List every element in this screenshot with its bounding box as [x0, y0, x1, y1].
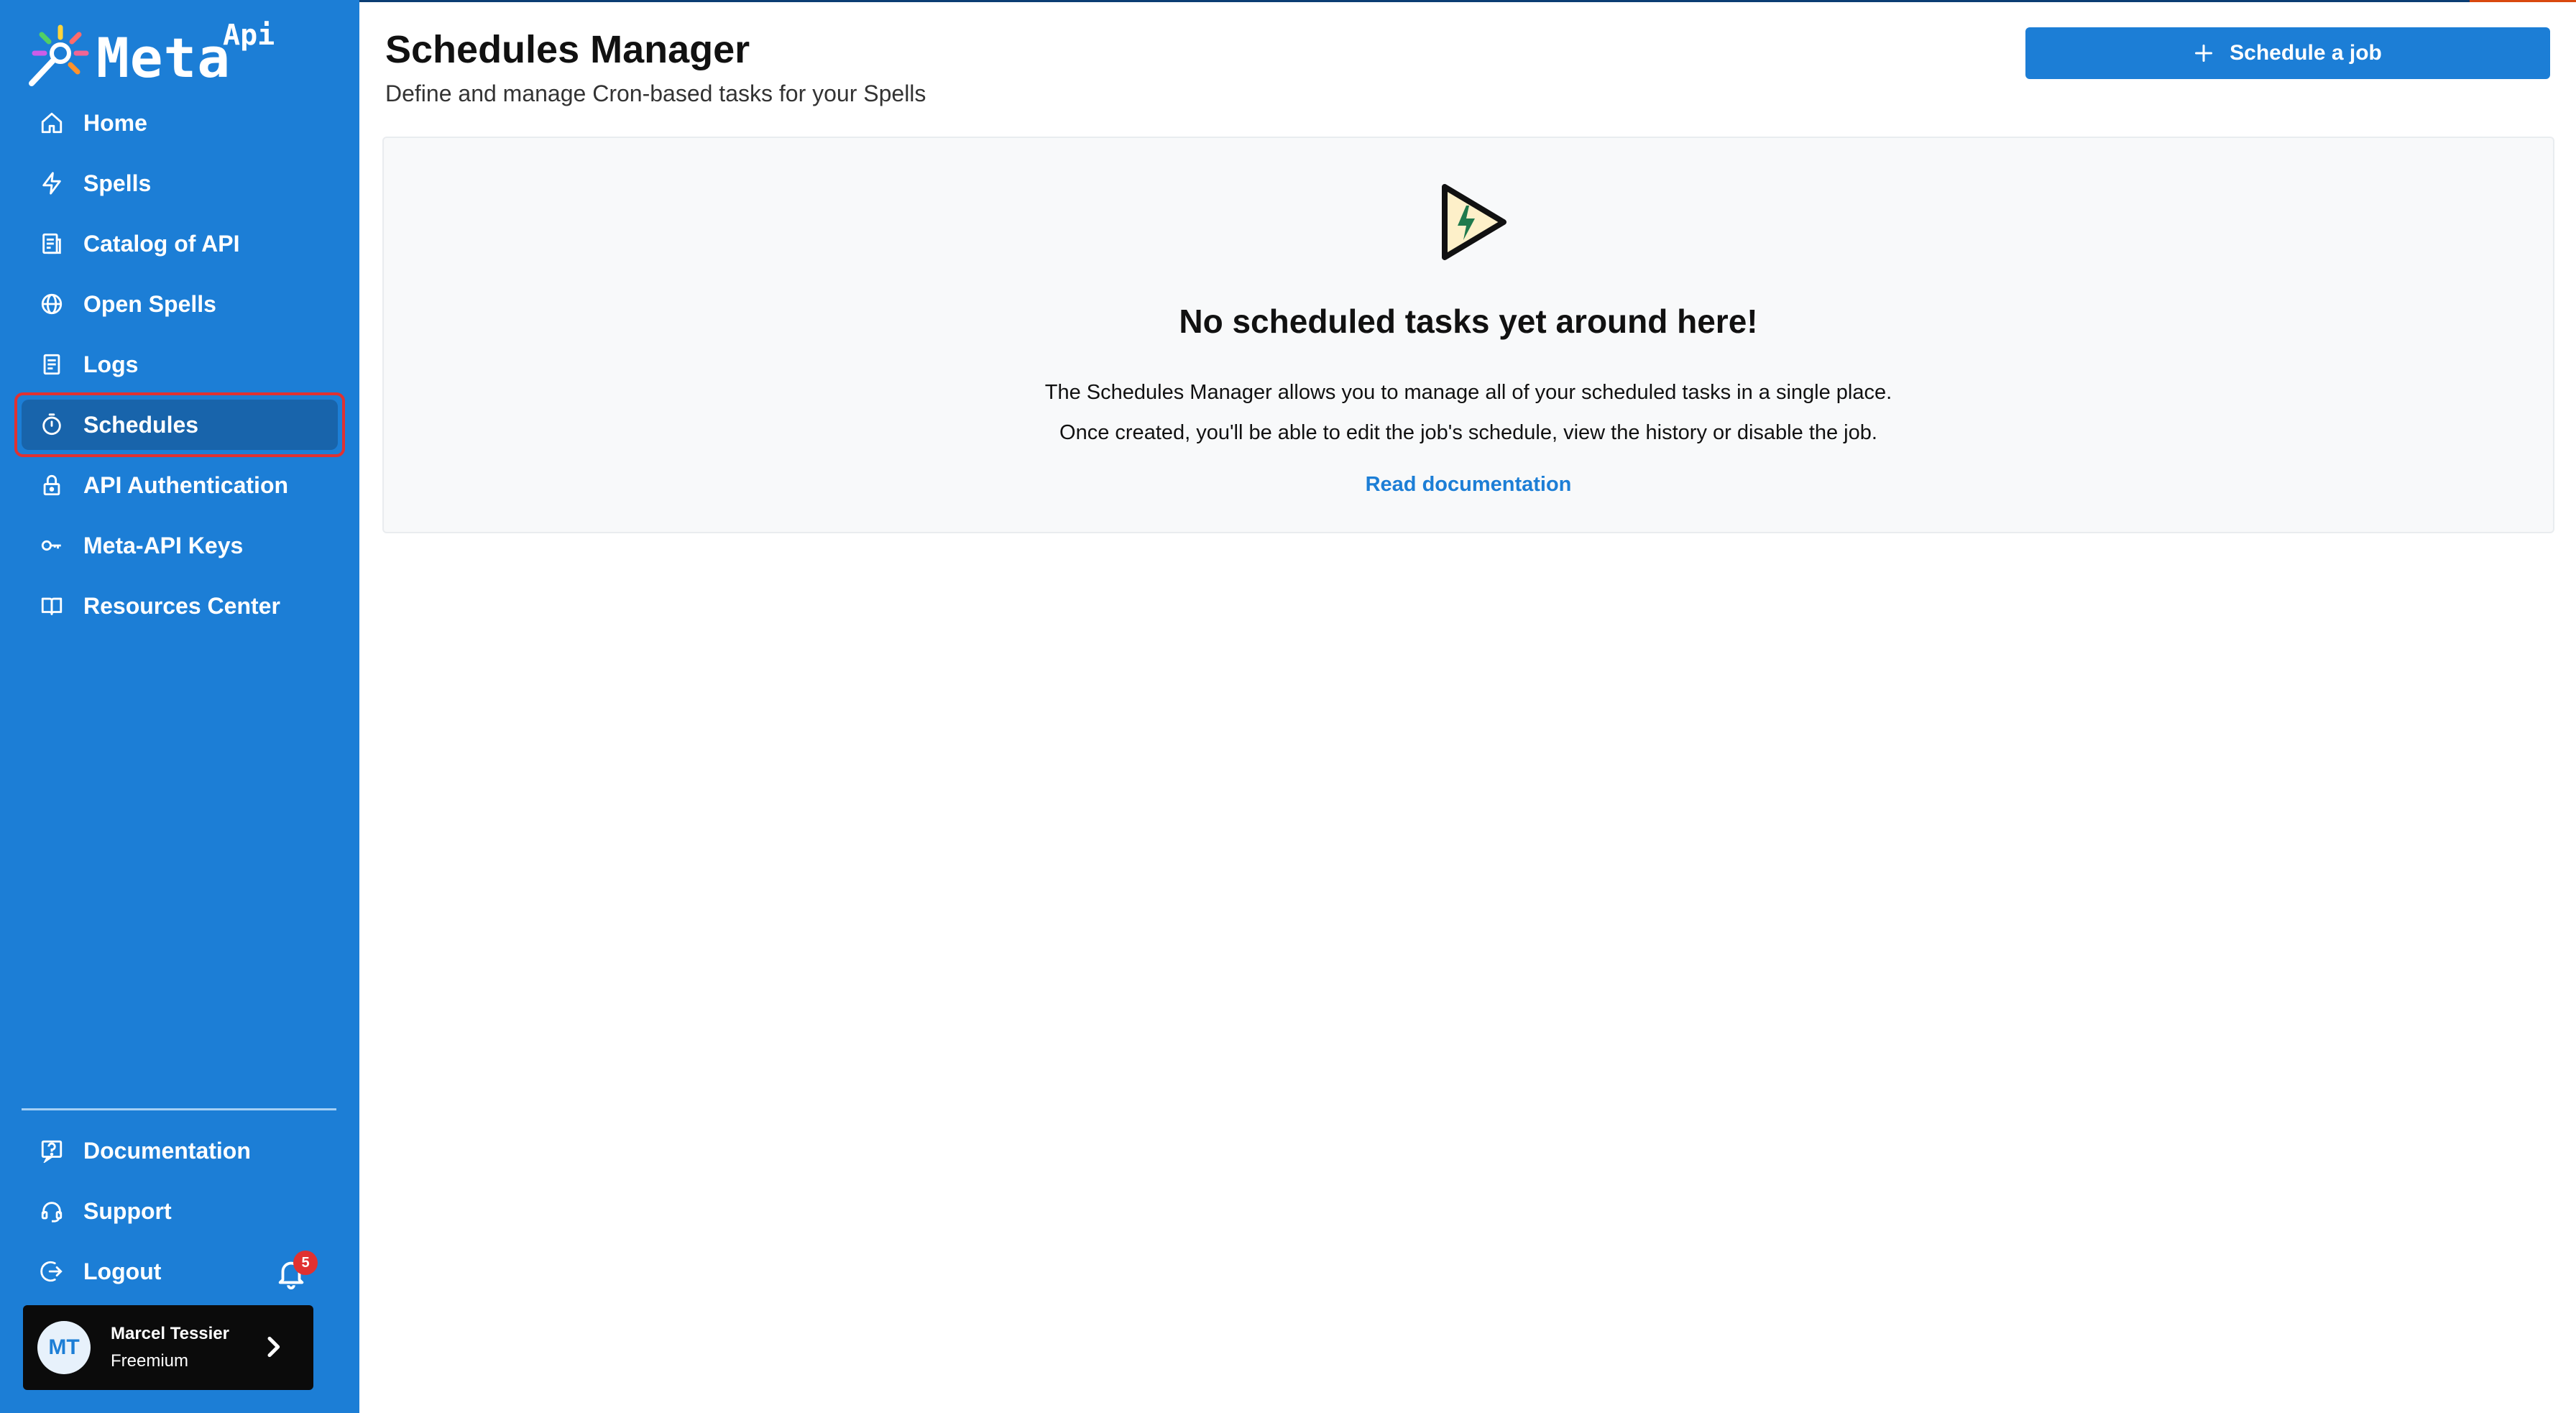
notification-count-badge: 5	[293, 1251, 318, 1275]
chevron-right-icon	[267, 1336, 280, 1358]
home-icon	[39, 110, 65, 136]
sidebar-item-label: Schedules	[83, 411, 199, 438]
sidebar: Meta Api Home Spells Catalog of API Open…	[0, 0, 359, 1413]
sidebar-item-label: Open Spells	[83, 290, 216, 317]
page-title: Schedules Manager	[385, 28, 750, 71]
sidebar-item-catalog[interactable]: Catalog of API	[22, 218, 338, 269]
sidebar-item-label: Meta-API Keys	[83, 532, 244, 558]
top-accent-line-right	[2470, 0, 2576, 2]
user-plan: Freemium	[111, 1351, 189, 1371]
sidebar-item-label: Documentation	[83, 1137, 251, 1164]
logo[interactable]: Meta Api	[23, 19, 282, 91]
sidebar-item-spells[interactable]: Spells	[22, 158, 338, 208]
play-bolt-icon	[1442, 184, 1506, 260]
secondary-nav: Documentation Support Logout 5	[22, 1126, 338, 1307]
page-subtitle: Define and manage Cron-based tasks for y…	[385, 80, 926, 106]
catalog-icon	[39, 231, 65, 257]
globe-icon	[39, 291, 65, 317]
sidebar-item-schedules[interactable]: Schedules	[14, 392, 345, 457]
sidebar-item-label: Support	[83, 1197, 172, 1224]
logs-icon	[39, 351, 65, 377]
headset-icon	[39, 1198, 65, 1224]
notifications-button[interactable]: 5	[275, 1251, 318, 1292]
sidebar-item-logs[interactable]: Logs	[22, 339, 338, 390]
schedule-job-label: Schedule a job	[2230, 41, 2382, 65]
empty-state-title: No scheduled tasks yet around here!	[1179, 303, 1758, 340]
sidebar-item-label: Catalog of API	[83, 230, 240, 257]
empty-state-card: No scheduled tasks yet around here! The …	[382, 137, 2554, 533]
user-info: Marcel Tessier Freemium	[111, 1324, 229, 1371]
lock-icon	[39, 472, 65, 498]
brand-superscript: Api	[223, 19, 275, 52]
top-accent-line	[0, 0, 2576, 2]
key-icon	[39, 533, 65, 558]
sidebar-divider	[22, 1108, 336, 1110]
empty-state-line: Once created, you'll be able to edit the…	[1059, 421, 1877, 444]
sidebar-item-label: Logs	[83, 351, 139, 377]
user-profile-card[interactable]: MT Marcel Tessier Freemium	[23, 1305, 313, 1390]
sidebar-item-logout[interactable]: Logout 5	[22, 1246, 338, 1297]
sidebar-item-support[interactable]: Support	[22, 1186, 338, 1236]
user-name: Marcel Tessier	[111, 1324, 229, 1343]
sidebar-item-home[interactable]: Home	[22, 98, 338, 148]
main-nav: Home Spells Catalog of API Open Spells L…	[14, 98, 345, 641]
stopwatch-icon	[39, 412, 65, 438]
sidebar-item-resources-center[interactable]: Resources Center	[22, 581, 338, 631]
read-documentation-link[interactable]: Read documentation	[384, 473, 2553, 497]
sidebar-item-api-authentication[interactable]: API Authentication	[22, 460, 338, 510]
book-icon	[39, 593, 65, 619]
empty-state-line: The Schedules Manager allows you to mana…	[1044, 381, 1892, 404]
empty-state-description: The Schedules Manager allows you to mana…	[384, 372, 2553, 453]
avatar: MT	[37, 1321, 91, 1374]
magic-wand-logo-icon	[29, 24, 89, 86]
brand-name: Meta	[96, 26, 231, 90]
bolt-icon	[39, 170, 65, 196]
sidebar-item-meta-api-keys[interactable]: Meta-API Keys	[22, 520, 338, 571]
sidebar-item-label: API Authentication	[83, 471, 289, 498]
sidebar-item-label: Home	[83, 109, 147, 136]
schedule-job-button[interactable]: Schedule a job	[2025, 27, 2550, 79]
sidebar-item-documentation[interactable]: Documentation	[22, 1126, 338, 1176]
sidebar-item-open-spells[interactable]: Open Spells	[22, 279, 338, 329]
sidebar-item-label: Resources Center	[83, 592, 280, 619]
plus-icon	[2195, 44, 2213, 63]
sidebar-item-label: Logout	[83, 1258, 162, 1284]
help-icon	[39, 1138, 65, 1164]
logout-icon	[39, 1258, 65, 1284]
sidebar-item-label: Spells	[83, 170, 152, 196]
